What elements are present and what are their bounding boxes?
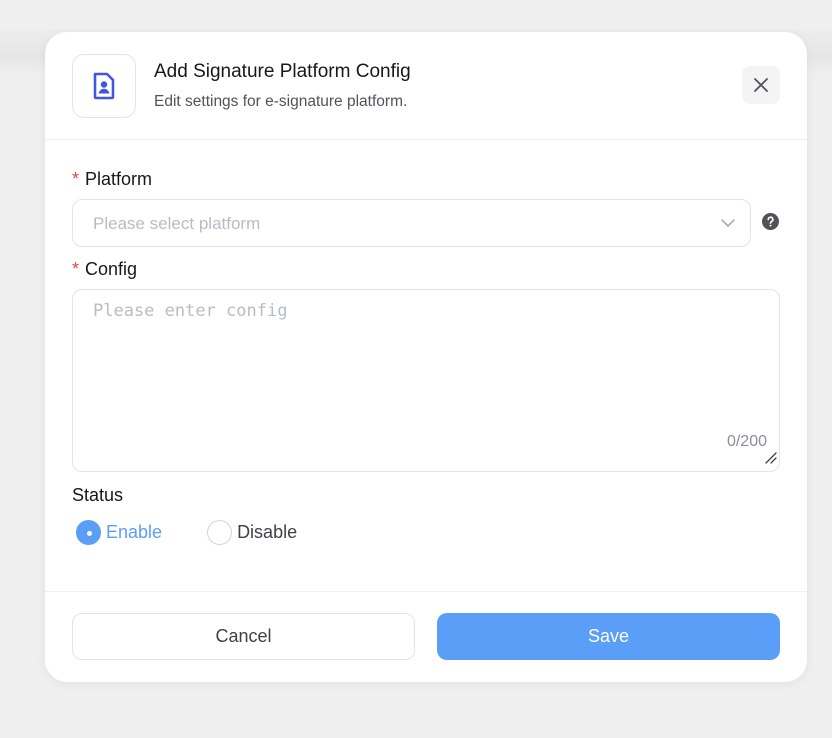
status-radio-group: Enable Disable xyxy=(76,520,342,545)
footer-divider xyxy=(45,591,807,592)
platform-label: * Platform xyxy=(72,169,152,190)
resize-handle-icon[interactable] xyxy=(763,450,777,469)
platform-select-placeholder: Please select platform xyxy=(93,214,261,233)
radio-enable[interactable]: Enable xyxy=(76,520,162,545)
radio-enable-dot[interactable] xyxy=(76,520,101,545)
config-dialog: Add Signature Platform Config Edit setti… xyxy=(45,32,807,682)
char-counter: 0/200 xyxy=(726,433,767,450)
close-button[interactable] xyxy=(742,66,780,104)
save-button[interactable]: Save xyxy=(437,613,780,660)
config-label-text: Config xyxy=(85,259,138,279)
required-mark: * xyxy=(72,169,80,189)
config-textarea[interactable]: Please enter config 0/200 xyxy=(72,289,780,472)
dialog-subtitle: Edit settings for e-signature platform. xyxy=(154,93,408,110)
radio-enable-label: Enable xyxy=(106,522,163,542)
radio-disable[interactable]: Disable xyxy=(207,520,297,545)
dialog-header: Add Signature Platform Config Edit setti… xyxy=(45,32,807,140)
config-label: * Config xyxy=(72,259,137,280)
config-textarea-placeholder: Please enter config xyxy=(93,301,288,321)
radio-disable-label: Disable xyxy=(237,522,298,542)
radio-disable-dot[interactable] xyxy=(207,520,233,545)
cancel-button[interactable]: Cancel xyxy=(72,613,415,660)
user-document-icon xyxy=(72,54,136,118)
dialog-title: Add Signature Platform Config xyxy=(154,61,411,82)
required-mark: * xyxy=(72,259,80,279)
chevron-down-icon xyxy=(720,215,736,236)
close-icon xyxy=(754,78,768,92)
platform-select[interactable]: Please select platform xyxy=(72,199,751,247)
status-label: Status xyxy=(72,485,124,505)
platform-label-text: Platform xyxy=(85,169,153,189)
help-icon[interactable] xyxy=(762,213,779,235)
